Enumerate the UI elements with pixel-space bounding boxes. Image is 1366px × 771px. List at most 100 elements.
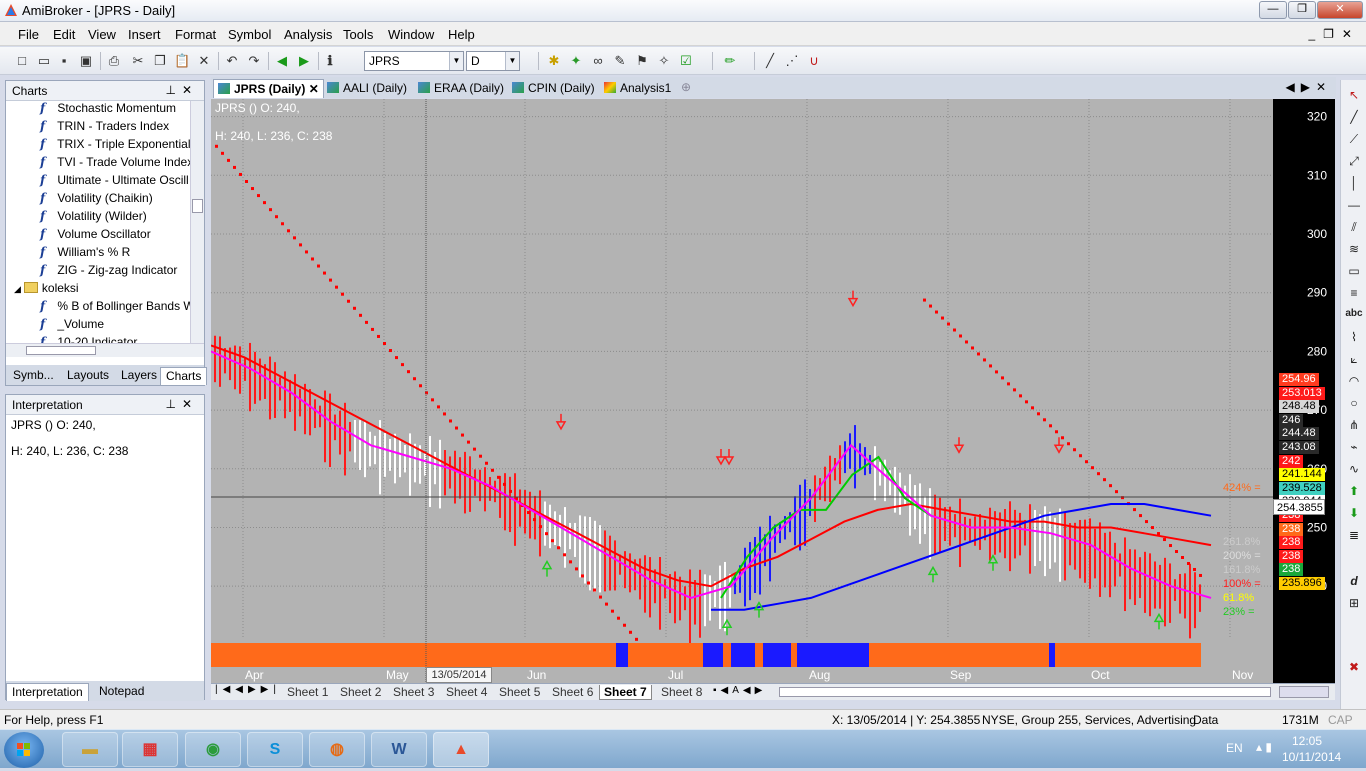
channel-icon[interactable]: ≋ xyxy=(1345,242,1363,260)
menu-edit[interactable]: Edit xyxy=(53,27,75,42)
sheet-7[interactable]: Sheet 7 xyxy=(599,685,652,700)
sheet-8[interactable]: Sheet 8 xyxy=(657,685,706,700)
tree-formula-item[interactable]: f Ultimate - Ultimate Oscill xyxy=(40,173,189,191)
tree-formula-item[interactable]: f Stochastic Momentum xyxy=(40,101,176,119)
price-chart[interactable]: 320310300290280270260250240 AprMayJunJul… xyxy=(211,99,1335,683)
collapse-icon[interactable]: ◢ xyxy=(14,284,21,294)
minimize-button[interactable]: — xyxy=(1259,1,1287,19)
tab-symbols[interactable]: Symb... xyxy=(8,367,59,385)
pin-close-icons[interactable]: ⊥✕ xyxy=(165,83,198,97)
tree-formula-item[interactable]: f % B of Bollinger Bands W xyxy=(40,299,190,317)
hscroll-thumb[interactable] xyxy=(1279,686,1329,698)
tree-folder[interactable]: ◢ koleksi xyxy=(14,281,79,299)
glasses-icon[interactable]: ∞ xyxy=(590,53,606,69)
sheet-6[interactable]: Sheet 6 xyxy=(548,685,597,700)
tray-icons[interactable]: ▴ ▮ xyxy=(1256,740,1272,754)
fib-extension-icon[interactable]: ≣ xyxy=(1345,528,1363,546)
tree-formula-item[interactable]: f Volatility (Wilder) xyxy=(40,209,147,227)
language-indicator[interactable]: EN xyxy=(1226,741,1243,755)
sheet-5[interactable]: Sheet 5 xyxy=(495,685,544,700)
save-icon[interactable]: ▪ xyxy=(56,53,72,69)
chart-svg[interactable]: 320310300290280270260250240 AprMayJunJul… xyxy=(211,99,1335,683)
tab-layouts[interactable]: Layouts xyxy=(62,367,114,385)
chart-settings-icon[interactable]: ☑ xyxy=(678,53,694,69)
wand-icon[interactable]: ✧ xyxy=(656,53,672,69)
gann-icon[interactable]: ⊞ xyxy=(1345,596,1363,614)
select-arrow-icon[interactable]: ↖ xyxy=(1345,88,1363,106)
d-icon[interactable]: d xyxy=(1345,574,1363,592)
amibroker-taskbar-icon[interactable]: ▲ xyxy=(433,732,489,767)
start-button[interactable] xyxy=(4,732,44,768)
tree-formula-item[interactable]: f _Volume xyxy=(40,317,104,335)
chevron-down-icon[interactable]: ▼ xyxy=(449,52,463,70)
menu-help[interactable]: Help xyxy=(448,27,475,42)
explorer-taskbar-icon[interactable]: ▬ xyxy=(62,732,118,767)
tree-formula-item[interactable]: f ZIG - Zig-zag Indicator xyxy=(40,263,177,281)
rectangle-icon[interactable]: ▭ xyxy=(1345,264,1363,282)
dotted-line-icon[interactable]: ⋰ xyxy=(784,53,800,69)
pin-close-icons[interactable]: ⊥✕ xyxy=(165,397,198,411)
horizontal-scrollbar[interactable] xyxy=(6,343,204,357)
skype-taskbar-icon[interactable]: S xyxy=(247,732,303,767)
open-folder-icon[interactable]: ▭ xyxy=(36,53,52,69)
line-draw-icon[interactable]: ╱ xyxy=(762,53,778,69)
cut-icon[interactable]: ✂ xyxy=(130,53,146,69)
sheet-3[interactable]: Sheet 3 xyxy=(389,685,438,700)
menu-file[interactable]: File xyxy=(18,27,39,42)
sheet-1[interactable]: Sheet 1 xyxy=(283,685,332,700)
menu-window[interactable]: Window xyxy=(388,27,434,42)
vertical-scrollbar[interactable] xyxy=(190,101,204,343)
vertical-line-icon[interactable]: │ xyxy=(1345,176,1363,194)
close-icon[interactable]: ✕ xyxy=(309,82,319,96)
word-taskbar-icon[interactable]: W xyxy=(371,732,427,767)
new-file-icon[interactable]: □ xyxy=(14,53,30,69)
tab-interpretation[interactable]: Interpretation xyxy=(6,683,89,701)
andrews-icon[interactable]: ⋔ xyxy=(1345,418,1363,436)
circle-icon[interactable]: ○ xyxy=(1345,396,1363,414)
tab-cpin-daily[interactable]: CPIN (Daily) xyxy=(508,79,599,98)
zoom-controls[interactable]: ▪◀A◀▶ xyxy=(713,685,766,696)
new-tab-icon[interactable]: ⊕ xyxy=(681,80,691,94)
start-menu-grid-icon[interactable]: ▦ xyxy=(122,732,178,767)
tab-jprs-daily[interactable]: JPRS (Daily) ✕ xyxy=(213,79,324,98)
chart-hscroll[interactable] xyxy=(779,687,1271,697)
sheet-nav-arrows[interactable]: |◀◀▶▶| xyxy=(215,684,281,695)
tab-aali-daily[interactable]: AALI (Daily) xyxy=(323,79,411,98)
scan-icon[interactable]: ✱ xyxy=(546,53,562,69)
interval-combo[interactable]: D ▼ xyxy=(466,51,520,71)
cycles-icon[interactable]: ⌇ xyxy=(1345,330,1363,348)
undo-icon[interactable]: ↶ xyxy=(224,53,240,69)
sheet-2[interactable]: Sheet 2 xyxy=(336,685,385,700)
copy-icon[interactable]: ❐ xyxy=(152,53,168,69)
scan-green-icon[interactable]: ✦ xyxy=(568,53,584,69)
forward-arrow-icon[interactable]: ▶ xyxy=(296,53,312,69)
extended-line-icon[interactable]: ⤢ xyxy=(1345,154,1363,172)
print-icon[interactable]: ⎙ xyxy=(106,53,122,69)
optimize-icon[interactable]: ⚑ xyxy=(634,53,650,69)
menu-tools[interactable]: Tools xyxy=(343,27,373,42)
close-button[interactable]: ✕ xyxy=(1317,1,1363,19)
menu-symbol[interactable]: Symbol xyxy=(228,27,271,42)
chevron-down-icon[interactable]: ▼ xyxy=(505,52,519,70)
trendline-icon[interactable]: ╱ xyxy=(1345,110,1363,128)
tree-formula-item[interactable]: f Volatility (Chaikin) xyxy=(40,191,153,209)
tab-charts[interactable]: Charts xyxy=(160,367,208,385)
horizontal-line-icon[interactable]: ― xyxy=(1345,198,1363,216)
delete-drawing-icon[interactable]: ✖ xyxy=(1345,660,1363,678)
zigzag-icon[interactable]: ⌁ xyxy=(1345,440,1363,458)
menu-analysis[interactable]: Analysis xyxy=(284,27,332,42)
firefox-taskbar-icon[interactable]: ◍ xyxy=(309,732,365,767)
redo-icon[interactable]: ↷ xyxy=(246,53,262,69)
menu-insert[interactable]: Insert xyxy=(128,27,161,42)
arc-icon[interactable]: ◠ xyxy=(1345,374,1363,392)
buy-arrow-icon[interactable]: ⬆ xyxy=(1345,484,1363,502)
tree-formula-item[interactable]: f William's % R xyxy=(40,245,130,263)
maximize-button[interactable]: ❐ xyxy=(1288,1,1316,19)
back-arrow-icon[interactable]: ◀ xyxy=(274,53,290,69)
save-all-icon[interactable]: ▣ xyxy=(78,53,94,69)
tab-notepad[interactable]: Notepad xyxy=(94,683,149,701)
info-icon[interactable]: ℹ xyxy=(322,53,338,69)
sell-arrow-icon[interactable]: ⬇ xyxy=(1345,506,1363,524)
symbol-combo[interactable]: JPRS ▼ xyxy=(364,51,464,71)
explore-icon[interactable]: ✎ xyxy=(612,53,628,69)
